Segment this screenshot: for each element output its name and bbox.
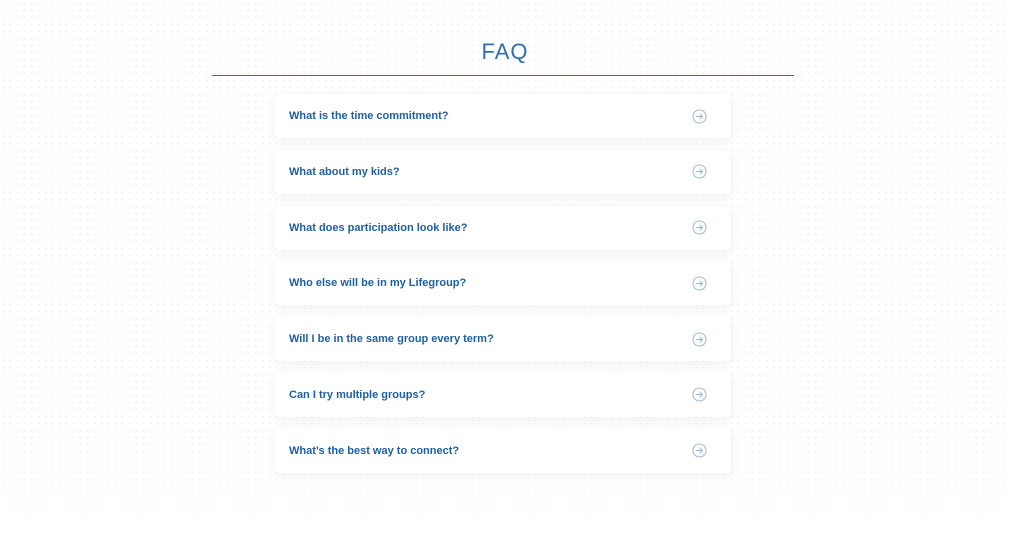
arrow-right-circle-icon[interactable] [692, 276, 707, 291]
arrow-right-circle-icon[interactable] [692, 220, 707, 235]
arrow-right-circle-icon[interactable] [692, 332, 707, 347]
faq-item-best-way-to-connect[interactable]: What’s the best way to connect? [275, 428, 731, 473]
faq-item-same-group[interactable]: Will I be in the same group every term? [275, 317, 731, 362]
faq-section: FAQ What is the time commitment? What ab… [0, 0, 1010, 542]
faq-question-label: What’s the best way to connect? [289, 444, 460, 457]
faq-item-lifegroup-members[interactable]: Who else will be in my Lifegroup? [275, 261, 731, 306]
faq-list: What is the time commitment? What about … [275, 94, 731, 485]
title-divider [212, 75, 794, 76]
faq-item-kids[interactable]: What about my kids? [275, 149, 731, 194]
faq-title: FAQ [481, 39, 529, 64]
faq-question-label: Will I be in the same group every term? [289, 333, 494, 346]
faq-item-multiple-groups[interactable]: Can I try multiple groups? [275, 372, 731, 417]
arrow-right-circle-icon[interactable] [692, 108, 707, 124]
arrow-right-circle-icon[interactable] [692, 443, 707, 458]
faq-item-participation[interactable]: What does participation look like? [275, 205, 731, 250]
faq-question-label: Who else will be in my Lifegroup? [289, 277, 467, 290]
arrow-right-circle-icon[interactable] [692, 164, 707, 179]
arrow-right-circle-icon[interactable] [692, 387, 707, 403]
faq-question-label: Can I try multiple groups? [289, 388, 426, 401]
faq-question-label: What does participation look like? [289, 221, 468, 234]
faq-question-label: What about my kids? [289, 165, 400, 178]
faq-question-label: What is the time commitment? [289, 110, 449, 122]
faq-item-time-commitment[interactable]: What is the time commitment? [275, 94, 731, 138]
